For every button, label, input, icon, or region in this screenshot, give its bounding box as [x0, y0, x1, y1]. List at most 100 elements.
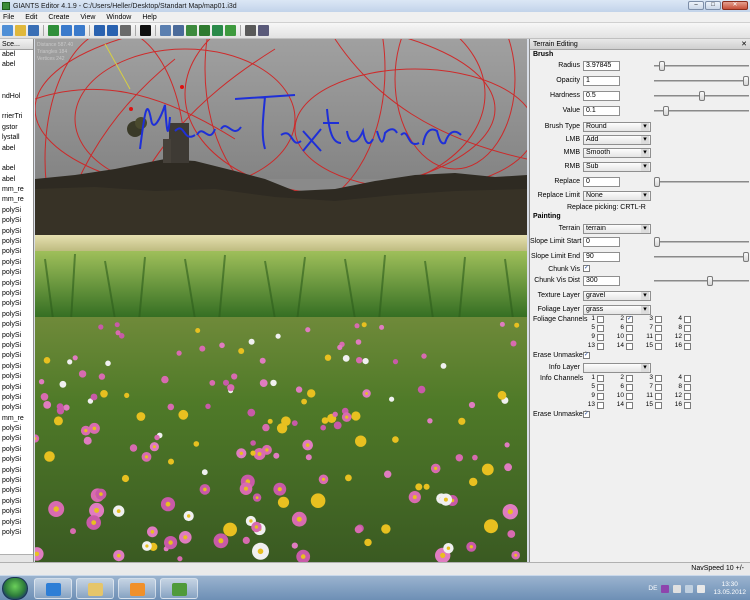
- info-channel-checkbox[interactable]: [597, 402, 604, 409]
- play-icon[interactable]: [140, 25, 151, 36]
- scenegraph-item[interactable]: rrierTri: [0, 112, 33, 122]
- taskbar-app-ie[interactable]: [34, 578, 72, 599]
- texture-layer-select[interactable]: gravel: [583, 291, 651, 301]
- save-icon[interactable]: [28, 25, 39, 36]
- scenegraph-item[interactable]: polySi: [0, 507, 33, 517]
- scenegraph-item[interactable]: polySi: [0, 299, 33, 309]
- 3d-viewport[interactable]: Distance 587.40 Triangles 184 Vertices 2…: [35, 39, 527, 562]
- undo-icon[interactable]: [94, 25, 105, 36]
- scenegraph-item[interactable]: polySi: [0, 476, 33, 486]
- scenegraph-item[interactable]: polySi: [0, 289, 33, 299]
- foliage-channel-checkbox[interactable]: [684, 316, 691, 323]
- slope-limit-end-input[interactable]: 90: [583, 252, 620, 262]
- opacity-slider[interactable]: [654, 76, 749, 86]
- scenegraph-item[interactable]: ndHol: [0, 92, 33, 102]
- erase-unmasked-2-checkbox[interactable]: ✓: [583, 411, 590, 418]
- opacity-input[interactable]: 1: [583, 76, 620, 86]
- foliage-channel-checkbox[interactable]: [684, 334, 691, 341]
- foliage-layer-select[interactable]: grass: [583, 305, 651, 315]
- scenegraph-item[interactable]: polySi: [0, 247, 33, 257]
- terrain-select[interactable]: terrain: [583, 224, 651, 234]
- info-channel-checkbox[interactable]: [597, 384, 604, 391]
- scenegraph-item[interactable]: [0, 102, 33, 112]
- terrain-paint-icon[interactable]: [199, 25, 210, 36]
- scenegraph-item[interactable]: polySi: [0, 331, 33, 341]
- export-icon[interactable]: [74, 25, 85, 36]
- foliage-channel-checkbox[interactable]: [684, 325, 691, 332]
- foliage-channel-checkbox[interactable]: [597, 325, 604, 332]
- info-channel-checkbox[interactable]: [626, 384, 633, 391]
- scenegraph-item[interactable]: polySi: [0, 424, 33, 434]
- info-layer-select[interactable]: [583, 363, 651, 373]
- foliage-channel-checkbox[interactable]: [597, 316, 604, 323]
- brush-type-select[interactable]: Round: [583, 122, 651, 132]
- foliage-channel-checkbox[interactable]: [597, 343, 604, 350]
- settings-gear-icon[interactable]: [245, 25, 256, 36]
- scenegraph-item[interactable]: mm_re: [0, 195, 33, 205]
- menu-window[interactable]: Window: [106, 14, 131, 21]
- clock[interactable]: 13:30 13.05.2012: [713, 581, 746, 597]
- foliage-channel-checkbox[interactable]: [626, 343, 633, 350]
- foliage-channel-checkbox[interactable]: [655, 325, 662, 332]
- scenegraph-item[interactable]: polySi: [0, 434, 33, 444]
- info-channel-checkbox[interactable]: [684, 384, 691, 391]
- scenegraph-item[interactable]: polySi: [0, 445, 33, 455]
- copy-icon[interactable]: [120, 25, 131, 36]
- menu-create[interactable]: Create: [48, 14, 69, 21]
- info-channel-checkbox[interactable]: [684, 375, 691, 382]
- scenegraph-item[interactable]: polySi: [0, 351, 33, 361]
- foliage-channel-checkbox[interactable]: [626, 325, 633, 332]
- terrain-sculpt-icon[interactable]: [186, 25, 197, 36]
- replace-input[interactable]: 0: [583, 177, 620, 187]
- tools-gear-icon[interactable]: [258, 25, 269, 36]
- scenegraph-item[interactable]: [0, 81, 33, 91]
- scenegraph-item[interactable]: polySi: [0, 237, 33, 247]
- scenegraph-item[interactable]: polySi: [0, 206, 33, 216]
- scenegraph-item[interactable]: mm_re: [0, 414, 33, 424]
- scenegraph-item[interactable]: polySi: [0, 279, 33, 289]
- info-channel-checkbox[interactable]: [684, 393, 691, 400]
- scenegraph-item[interactable]: abel: [0, 164, 33, 174]
- close-button[interactable]: ✕: [722, 1, 748, 10]
- info-channel-checkbox[interactable]: [655, 375, 662, 382]
- info-channel-checkbox[interactable]: [626, 393, 633, 400]
- slope-limit-end-slider[interactable]: [654, 252, 749, 262]
- minimize-button[interactable]: –: [688, 1, 704, 10]
- scenegraph-item[interactable]: polySi: [0, 486, 33, 496]
- scenegraph-item[interactable]: polySi: [0, 383, 33, 393]
- value-slider[interactable]: [654, 106, 749, 116]
- scenegraph-item[interactable]: polySi: [0, 268, 33, 278]
- maximize-button[interactable]: □: [705, 1, 721, 10]
- scenegraph-item[interactable]: polySi: [0, 372, 33, 382]
- info-channel-checkbox[interactable]: [626, 375, 633, 382]
- scenegraph-item[interactable]: lystall: [0, 133, 33, 143]
- scenegraph-item[interactable]: polySi: [0, 518, 33, 528]
- radius-input[interactable]: 3.97845: [583, 61, 620, 71]
- replace-limit-select[interactable]: None: [583, 191, 651, 201]
- new-icon[interactable]: [2, 25, 13, 36]
- scenegraph-item[interactable]: abel: [0, 175, 33, 185]
- onenote-tray-icon[interactable]: [661, 584, 670, 593]
- scenegraph-item[interactable]: polySi: [0, 341, 33, 351]
- slope-limit-start-slider[interactable]: [654, 237, 749, 247]
- scenegraph-item[interactable]: polySi: [0, 227, 33, 237]
- scenegraph-item[interactable]: abel: [0, 50, 33, 60]
- scenegraph-item[interactable]: [0, 154, 33, 164]
- scenegraph-item[interactable]: polySi: [0, 403, 33, 413]
- info-channel-checkbox[interactable]: [655, 393, 662, 400]
- scenegraph-item[interactable]: polySi: [0, 528, 33, 538]
- redo-icon[interactable]: [107, 25, 118, 36]
- scenegraph-item[interactable]: polySi: [0, 216, 33, 226]
- import-icon[interactable]: [61, 25, 72, 36]
- scenegraph-item[interactable]: polySi: [0, 455, 33, 465]
- info-channel-checkbox[interactable]: [684, 402, 691, 409]
- move-tool-icon[interactable]: [173, 25, 184, 36]
- scenegraph-item[interactable]: polySi: [0, 497, 33, 507]
- scenegraph-item[interactable]: polySi: [0, 320, 33, 330]
- menu-edit[interactable]: Edit: [25, 14, 37, 21]
- open-icon[interactable]: [15, 25, 26, 36]
- chunk-vis-dist-slider[interactable]: [654, 276, 749, 286]
- info-channel-checkbox[interactable]: [597, 375, 604, 382]
- lmb-select[interactable]: Add: [583, 135, 651, 145]
- taskbar-app-media[interactable]: [118, 578, 156, 599]
